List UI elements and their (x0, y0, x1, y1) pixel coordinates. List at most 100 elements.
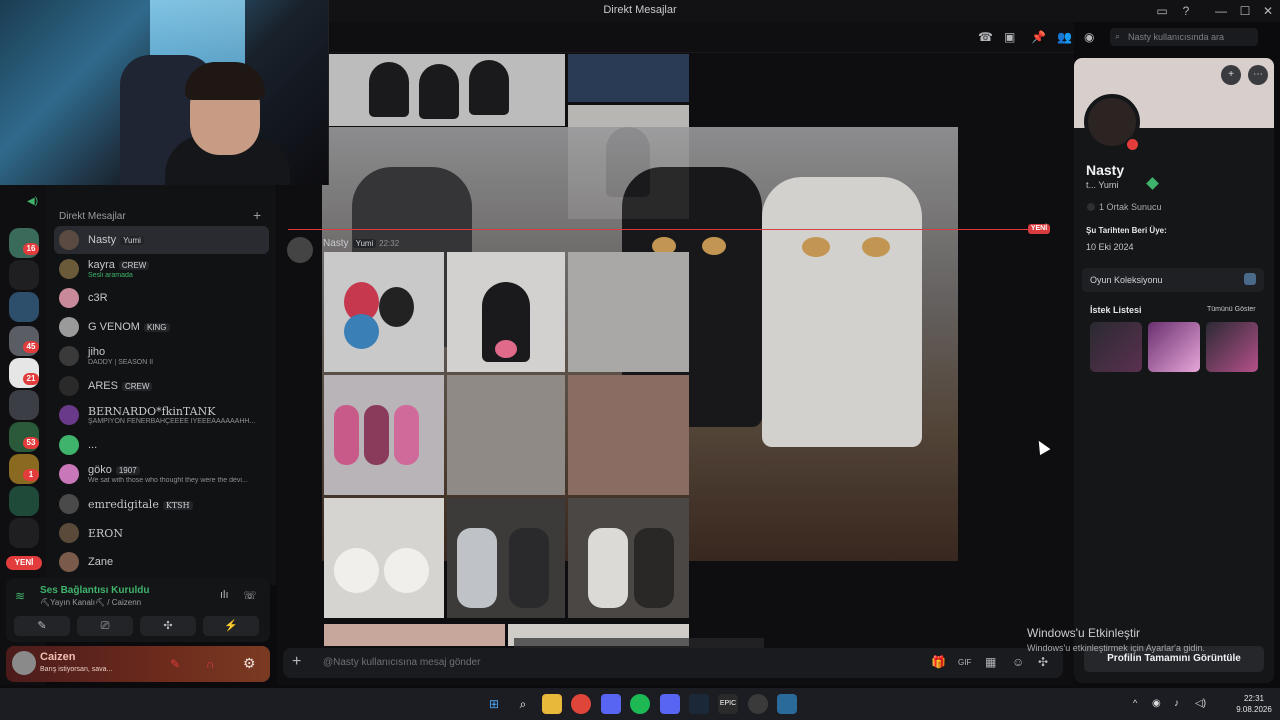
author-name[interactable]: Nasty (323, 238, 349, 249)
avatar (59, 435, 79, 455)
app-icon[interactable] (748, 694, 768, 714)
attachment-image[interactable] (568, 252, 689, 372)
wishlist-item[interactable] (1090, 322, 1142, 372)
emoji-icon[interactable]: ☺ (1012, 655, 1024, 669)
soundboard-button[interactable]: ⚡ (203, 616, 259, 636)
camera-toggle-button[interactable]: ✎ (14, 616, 70, 636)
attachment-image[interactable] (324, 375, 444, 495)
tray-app-icon[interactable]: ◉ (1152, 698, 1161, 709)
attachment-image[interactable] (329, 54, 565, 126)
tray-chevron-icon[interactable]: ^ (1133, 698, 1137, 708)
dm-item[interactable]: Zane (54, 548, 269, 576)
dm-status: DADDY | SEASON II (88, 359, 154, 366)
dm-item[interactable]: göko 1907 We sat with those who thought th… (54, 460, 269, 488)
mute-mic-icon[interactable]: ✎ (170, 657, 180, 671)
dm-item[interactable]: jiho DADDY | SEASON II (54, 342, 269, 370)
voice-status-title[interactable]: Ses Bağlantısı Kuruldu (40, 585, 149, 596)
dm-item[interactable]: G VENOM KING (54, 313, 269, 341)
dm-item[interactable]: c3R (54, 284, 269, 312)
help-icon[interactable]: ? (1175, 2, 1197, 20)
dm-tag: KING (143, 322, 170, 332)
app-icon[interactable] (777, 694, 797, 714)
user-name[interactable]: Caizen (40, 651, 75, 663)
inbox-icon[interactable]: ▭ (1151, 2, 1173, 20)
avatar[interactable] (12, 651, 36, 675)
file-explorer-icon[interactable] (542, 694, 562, 714)
wishlist-item[interactable] (1206, 322, 1258, 372)
avatar[interactable] (287, 237, 313, 263)
attachment-image[interactable] (447, 375, 565, 495)
server-icon[interactable] (9, 292, 39, 322)
maximize-button[interactable]: ☐ (1234, 2, 1256, 20)
epic-games-icon[interactable]: EPIC (718, 694, 738, 714)
video-call-icon[interactable]: ▣ (1004, 30, 1015, 44)
sticker-icon[interactable]: ▦ (985, 655, 996, 669)
show-all-link[interactable]: Tümünü Göster (1207, 306, 1256, 313)
server-icon[interactable] (9, 518, 39, 548)
dm-item[interactable]: ERON (54, 519, 269, 547)
attachment-image[interactable] (568, 375, 689, 495)
gif-icon[interactable]: GIF (958, 658, 971, 667)
chat-header (330, 22, 1074, 53)
attach-plus-button[interactable]: + (292, 653, 301, 671)
add-friend-icon[interactable]: + (1221, 65, 1241, 85)
dm-name: BERNARDO*fkinTANK (88, 405, 216, 418)
settings-gear-icon[interactable]: ⚙ (243, 655, 256, 672)
user-profile-icon[interactable]: ◉ (1084, 30, 1094, 44)
close-button[interactable]: ✕ (1257, 2, 1279, 20)
dm-name: göko (88, 464, 112, 476)
minimize-button[interactable]: — (1210, 2, 1232, 20)
dnd-status-icon (1125, 137, 1140, 152)
dm-item[interactable]: ARES CREW (54, 372, 269, 400)
gift-icon[interactable]: 🎁 (931, 655, 946, 669)
spotify-icon[interactable] (630, 694, 650, 714)
dm-item[interactable]: Nasty Yumi (54, 226, 269, 254)
discord-icon[interactable] (660, 694, 680, 714)
mutual-servers[interactable]: 1 Ortak Sunucu (1099, 202, 1162, 212)
disconnect-icon[interactable]: ☏ (243, 589, 257, 602)
start-icon[interactable]: ⊞ (484, 694, 504, 714)
profile-tagline: t... Yumi (1086, 180, 1119, 190)
microphone-icon[interactable]: ♪ (1174, 698, 1179, 709)
voice-channel-name[interactable]: ⛏Yayın Kanalı⛏ / Caizenn (40, 598, 141, 607)
signal-icon: ≋ (15, 589, 26, 603)
attachment-image[interactable] (324, 498, 444, 618)
clock[interactable]: 22:31 9.08.2026 (1231, 693, 1277, 715)
deafen-icon[interactable]: ∩ (206, 657, 215, 671)
search-input[interactable]: Nasty kullanıcısında ara (1110, 28, 1258, 46)
attachment-image[interactable] (447, 498, 565, 618)
wishlist-item[interactable] (1148, 322, 1200, 372)
dm-item[interactable]: BERNARDO*fkinTANK ŞAMPİYON FENERBAHÇEEEE … (54, 401, 269, 429)
volume-icon[interactable]: ◁) (1195, 698, 1206, 709)
message-input[interactable]: @Nasty kullanıcısına mesaj gönder (323, 657, 480, 668)
pinned-messages-icon[interactable]: 📌 (1031, 30, 1046, 44)
message-author[interactable]: Nasty Yumi 22:32 (323, 238, 399, 249)
app-icon[interactable] (601, 694, 621, 714)
steam-icon[interactable] (689, 694, 709, 714)
apps-icon[interactable]: ✣ (1038, 655, 1048, 669)
voice-call-icon[interactable]: ☎ (978, 30, 993, 44)
activities-button[interactable]: ✣ (140, 616, 196, 636)
attachment-image[interactable] (447, 252, 565, 372)
add-friends-icon[interactable]: 👥 (1057, 30, 1072, 44)
chrome-icon[interactable] (571, 694, 591, 714)
new-dm-button[interactable]: + (253, 207, 261, 223)
search-icon[interactable]: ⌕ (513, 694, 533, 714)
more-options-icon[interactable]: ⋯ (1248, 65, 1268, 85)
attachment-image[interactable] (324, 624, 505, 646)
dm-name: emredigitale (88, 498, 159, 511)
server-icon[interactable] (9, 390, 39, 420)
dm-status: ŞAMPİYON FENERBAHÇEEEE İYEEEAAAAAAHH... (88, 418, 256, 425)
attachment-image[interactable] (568, 498, 689, 618)
dm-item[interactable]: kayra CREW Sesli aramada (54, 255, 269, 283)
dm-item[interactable]: ... (54, 431, 269, 459)
attachment-image[interactable] (568, 54, 689, 102)
server-icon[interactable] (9, 486, 39, 516)
avatar (59, 230, 79, 250)
attachment-image[interactable] (324, 252, 444, 372)
dm-item[interactable]: emredigitale KTSH (54, 490, 269, 518)
screen-share-button[interactable]: ⎚ (77, 616, 133, 636)
server-icon[interactable] (9, 260, 39, 290)
new-servers-badge[interactable]: YENİ (6, 556, 42, 570)
noise-suppression-icon[interactable]: ılı (220, 589, 229, 601)
